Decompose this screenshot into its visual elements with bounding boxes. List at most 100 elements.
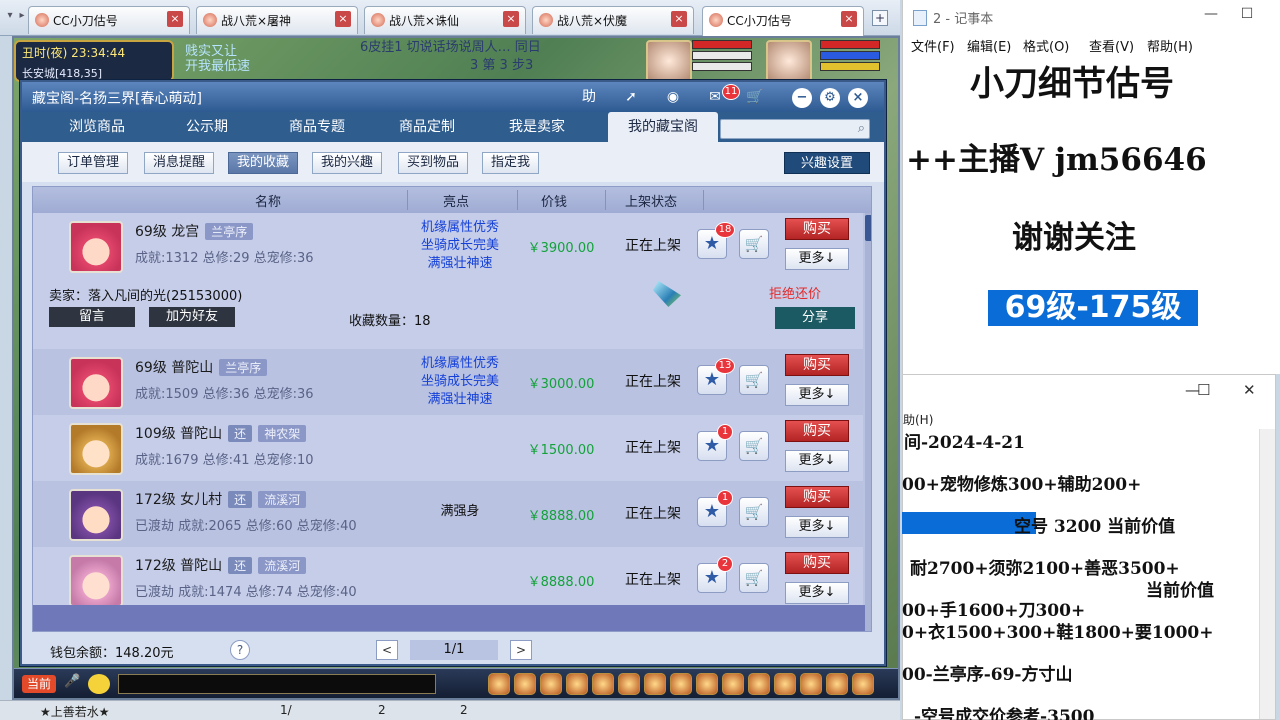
main-nav: 浏览商品 公示期 商品专题 商品定制 我是卖家 我的藏宝阁 ⌕ <box>22 112 884 142</box>
menu-icon[interactable] <box>852 673 874 695</box>
menu-icon[interactable] <box>670 673 692 695</box>
tab-custom[interactable]: 商品定制 <box>372 112 482 142</box>
buy-button[interactable]: 购买 <box>785 486 849 508</box>
prev-page-button[interactable]: < <box>376 640 398 660</box>
taskbar-item[interactable]: 1/ <box>280 703 292 717</box>
menu-icon[interactable] <box>566 673 588 695</box>
chat-mode-button[interactable]: 当前 <box>22 675 56 693</box>
minimize-icon[interactable]: — <box>1201 6 1221 26</box>
menu-icon[interactable] <box>800 673 822 695</box>
minimize-icon[interactable]: − <box>792 88 812 108</box>
help-circle-icon[interactable]: ? <box>230 640 250 660</box>
menu-format[interactable]: 格式(O) <box>1023 36 1069 55</box>
buy-button[interactable]: 购买 <box>785 218 849 240</box>
settings-icon[interactable]: ⚙ <box>820 88 840 108</box>
share-icon[interactable]: ➚ <box>620 87 642 107</box>
tab-browse[interactable]: 浏览商品 <box>42 112 152 142</box>
menu-view[interactable]: 查看(V) <box>1089 36 1134 55</box>
player-portrait[interactable] <box>646 40 692 82</box>
menu-icon[interactable] <box>826 673 848 695</box>
search-input[interactable]: ⌕ <box>720 119 870 139</box>
taskbar-item[interactable]: ★上善若水★ <box>40 703 110 720</box>
tab-scroll-left-icon[interactable]: ▾ <box>4 10 16 26</box>
taskbar-item[interactable]: 2 <box>378 703 386 717</box>
maximize-icon[interactable]: ☐ <box>1197 381 1210 399</box>
menu-help[interactable]: 帮助(H) <box>1147 36 1193 55</box>
search-icon[interactable]: ⌕ <box>858 121 865 136</box>
add-cart-icon[interactable]: 🛒 <box>739 431 769 461</box>
scrollbar-thumb[interactable] <box>865 215 871 241</box>
more-button[interactable]: 更多↓ <box>785 450 849 472</box>
mic-icon[interactable]: 🎤 <box>64 674 80 694</box>
buy-button[interactable]: 购买 <box>785 420 849 442</box>
more-button[interactable]: 更多↓ <box>785 516 849 538</box>
subtab-assigned[interactable]: 指定我 <box>482 152 540 174</box>
subtab-orders[interactable]: 订单管理 <box>58 152 129 174</box>
list-item[interactable]: 172级 普陀山还流溪河 已渡劫 成就:1474 总修:74 总宠修:40 ￥8… <box>33 547 863 613</box>
add-cart-icon[interactable]: 🛒 <box>739 497 769 527</box>
cart-icon[interactable]: 🛒 <box>744 87 766 107</box>
list-item[interactable]: 172级 女儿村还流溪河 已渡劫 成就:2065 总修:60 总宠修:40 满强… <box>33 481 863 547</box>
maximize-icon[interactable]: ☐ <box>1237 6 1257 26</box>
menu-icon[interactable] <box>618 673 640 695</box>
menu-icon[interactable] <box>592 673 614 695</box>
subtab-interests[interactable]: 我的兴趣 <box>312 152 383 174</box>
menu-icon[interactable] <box>540 673 562 695</box>
record-icon[interactable]: ◉ <box>662 87 684 107</box>
subtab-alerts[interactable]: 消息提醒 <box>144 152 215 174</box>
browser-tab-3[interactable]: 战八荒×诛仙 × <box>364 6 526 34</box>
list-scrollbar[interactable] <box>865 213 871 631</box>
more-button[interactable]: 更多↓ <box>785 384 849 406</box>
pet-portrait[interactable] <box>766 40 812 82</box>
subtab-favorites[interactable]: 我的收藏 <box>228 152 299 174</box>
tab-close-icon[interactable]: × <box>335 11 351 27</box>
menu-file[interactable]: 文件(F) <box>911 36 955 55</box>
tab-my-treasure[interactable]: 我的藏宝阁 <box>608 112 718 142</box>
interest-settings-button[interactable]: 兴趣设置 <box>784 152 870 174</box>
menu-icon[interactable] <box>644 673 666 695</box>
browser-tab-2[interactable]: 战八荒×屠神 × <box>196 6 358 34</box>
add-friend-button[interactable]: 加为好友 <box>149 307 235 327</box>
next-page-button[interactable]: > <box>510 640 532 660</box>
browser-tab-5[interactable]: CC小刀估号 × <box>702 6 864 36</box>
close-icon[interactable]: ✕ <box>1243 381 1256 399</box>
share-button[interactable]: 分享 <box>775 307 855 329</box>
message-button[interactable]: 留言 <box>49 307 135 327</box>
tab-close-icon[interactable]: × <box>841 11 857 27</box>
menu-icon[interactable] <box>514 673 536 695</box>
add-cart-icon[interactable]: 🛒 <box>739 563 769 593</box>
subtab-bought[interactable]: 买到物品 <box>398 152 469 174</box>
menu-icon[interactable] <box>696 673 718 695</box>
buy-button[interactable]: 购买 <box>785 354 849 376</box>
notepad-menu-fragment[interactable]: 助(H) <box>903 411 933 428</box>
more-button[interactable]: 更多↓ <box>785 582 849 604</box>
list-item[interactable]: 69级 普陀山 兰亭序 成就:1509 总修:36 总宠修:36 机缘属性优秀 坐骑… <box>33 349 863 415</box>
close-icon[interactable]: × <box>848 88 868 108</box>
list-item[interactable]: 109级 普陀山还神农架 成就:1679 总修:41 总宠修:10 ￥1500.… <box>33 415 863 481</box>
new-tab-button[interactable]: + <box>872 10 888 26</box>
chat-input[interactable] <box>118 674 436 694</box>
add-cart-icon[interactable]: 🛒 <box>739 365 769 395</box>
tab-close-icon[interactable]: × <box>167 11 183 27</box>
more-button[interactable]: 更多↓ <box>785 248 849 270</box>
help-icon[interactable]: 助 <box>578 87 600 107</box>
browser-tab-4[interactable]: 战八荒×伏魔 × <box>532 6 694 34</box>
menu-icon[interactable] <box>488 673 510 695</box>
taskbar-item[interactable]: 2 <box>460 703 468 717</box>
tab-close-icon[interactable]: × <box>671 11 687 27</box>
menu-icon[interactable] <box>774 673 796 695</box>
add-cart-icon[interactable]: 🛒 <box>739 229 769 259</box>
menu-edit[interactable]: 编辑(E) <box>967 36 1011 55</box>
list-item[interactable]: 69级 龙宫 兰亭序 成就:1312 总修:29 总宠修:36 机缘属性优秀 坐骑成… <box>33 213 863 279</box>
tab-topics[interactable]: 商品专题 <box>262 112 372 142</box>
tab-close-icon[interactable]: × <box>503 11 519 27</box>
tab-public[interactable]: 公示期 <box>152 112 262 142</box>
browser-tab-1[interactable]: CC小刀估号 × <box>28 6 190 34</box>
buy-button[interactable]: 购买 <box>785 552 849 574</box>
menu-icon[interactable] <box>722 673 744 695</box>
emoji-icon[interactable] <box>88 674 110 694</box>
notepad-scrollbar[interactable] <box>1259 429 1275 719</box>
tab-seller[interactable]: 我是卖家 <box>482 112 592 142</box>
menu-icon[interactable] <box>748 673 770 695</box>
tab-scroll-right-icon[interactable]: ▸ <box>16 10 28 26</box>
